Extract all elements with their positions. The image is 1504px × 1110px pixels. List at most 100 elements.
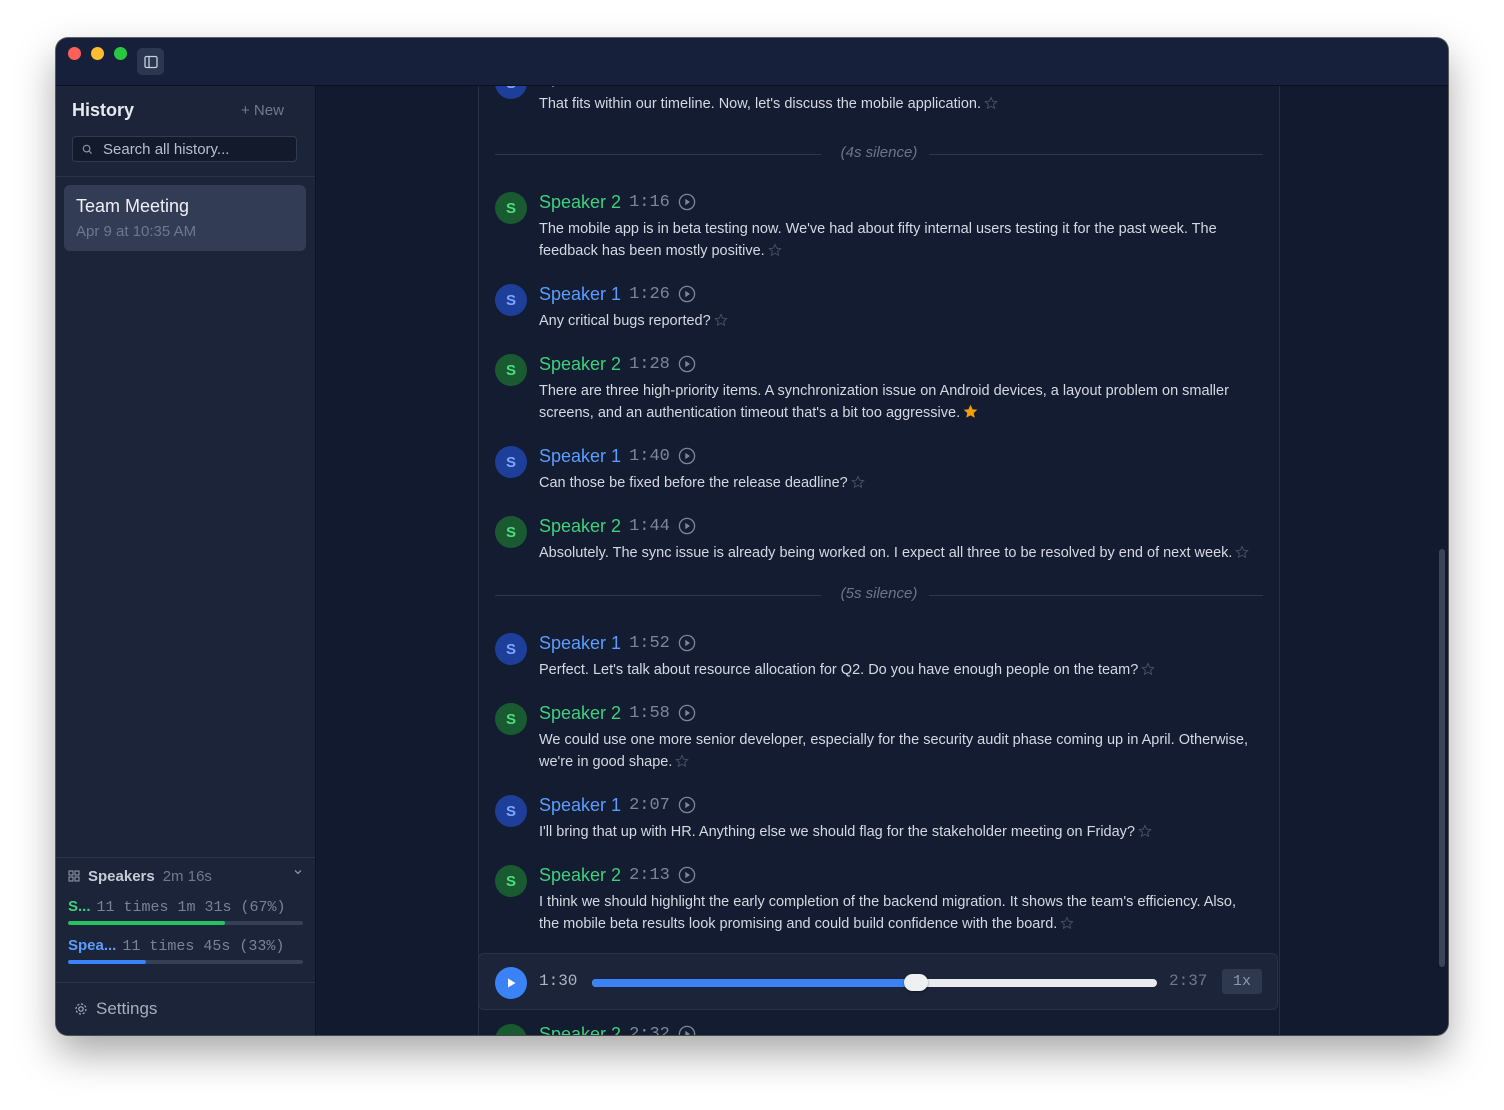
play-segment-icon[interactable]	[678, 447, 696, 465]
play-segment-icon[interactable]	[678, 866, 696, 884]
play-segment-icon[interactable]	[678, 704, 696, 722]
audio-player: 1:30 2:37 1x	[478, 953, 1278, 1010]
speaker-name[interactable]: Speaker 1	[539, 284, 621, 305]
play-icon	[508, 978, 516, 988]
speaker-avatar: S	[495, 516, 527, 548]
total-time: 2:37	[1169, 972, 1208, 990]
minimize-window-button[interactable]	[91, 47, 104, 60]
entry-text-content: I'll bring that up with HR. Anything els…	[539, 824, 1135, 840]
session-item-team-meeting[interactable]: Team Meeting Apr 9 at 10:35 AM	[64, 185, 306, 251]
entry-header: Speaker 1 1:10	[539, 86, 696, 89]
entry-text: Absolutely. The sync issue is already be…	[539, 542, 1259, 566]
seek-handle[interactable]	[903, 974, 928, 991]
speaker-name[interactable]: Speaker 1	[539, 633, 621, 654]
speaker-name[interactable]: Speaker 2	[539, 354, 621, 375]
play-segment-icon[interactable]	[678, 355, 696, 373]
play-segment-icon[interactable]	[678, 517, 696, 535]
entry-text: I'll bring that up with HR. Anything els…	[539, 821, 1259, 845]
entry-header: Speaker 1 2:07	[539, 793, 696, 817]
speaker-stat-name: S...	[68, 898, 91, 915]
entry-timestamp[interactable]: 1:26	[629, 285, 670, 304]
star-filled-icon[interactable]	[963, 404, 978, 426]
entry-header: Speaker 2 1:44	[539, 514, 696, 538]
star-icon[interactable]	[713, 312, 728, 334]
speaker-avatar: S	[495, 633, 527, 665]
entry-timestamp[interactable]: 2:32	[629, 1025, 670, 1036]
sidebar-toggle-button[interactable]	[137, 48, 164, 75]
entry-timestamp[interactable]: 1:44	[629, 517, 670, 536]
entry-header: Speaker 1 1:26	[539, 282, 696, 306]
search-input[interactable]	[101, 139, 295, 159]
entry-text-content: We could use one more senior developer, …	[539, 732, 1248, 770]
title-bar	[56, 38, 1448, 86]
speaker-share-fill	[68, 921, 226, 925]
entry-text-content: I think we should highlight the early co…	[539, 894, 1236, 932]
star-icon[interactable]	[850, 474, 865, 496]
speaker-name[interactable]: Speaker 2	[539, 1024, 621, 1036]
transcript: S Speaker 1 1:10 That fits within our timel…	[478, 86, 1280, 1035]
speaker-share-fill	[68, 960, 146, 964]
star-icon[interactable]	[984, 95, 998, 117]
zoom-window-button[interactable]	[114, 47, 127, 60]
play-segment-icon[interactable]	[678, 193, 696, 211]
star-icon[interactable]	[1138, 823, 1152, 845]
session-title: Team Meeting	[76, 196, 190, 216]
settings-button[interactable]: Settings	[74, 999, 157, 1019]
entry-timestamp[interactable]: 2:07	[629, 796, 670, 815]
entry-text-content: Absolutely. The sync issue is already be…	[539, 545, 1233, 561]
history-title: History	[72, 100, 135, 120]
silence-divider: (4s silence)	[495, 144, 1263, 164]
new-session-button[interactable]: + New	[241, 102, 284, 119]
play-button[interactable]	[495, 967, 527, 999]
silence-label: (4s silence)	[840, 144, 918, 161]
entry-timestamp[interactable]: 1:28	[629, 355, 670, 374]
entry-timestamp[interactable]: 1:10	[629, 86, 670, 87]
star-icon[interactable]	[767, 242, 782, 264]
entry-header: Speaker 2 1:16	[539, 190, 696, 214]
entry-header: Speaker 2 1:58	[539, 701, 696, 725]
silence-divider: (5s silence)	[495, 585, 1263, 605]
speaker-name[interactable]: Speaker 2	[539, 516, 621, 537]
entry-timestamp[interactable]: 2:13	[629, 866, 670, 885]
play-segment-icon[interactable]	[678, 285, 696, 303]
speaker-stat-text: 11 times 1m 31s (67%)	[96, 899, 286, 916]
seek-slider[interactable]	[592, 974, 1157, 991]
speaker-name[interactable]: Speaker 2	[539, 703, 621, 724]
gear-icon	[75, 1003, 87, 1015]
speaker-name[interactable]: Speaker 1	[539, 446, 621, 467]
star-icon[interactable]	[1141, 661, 1156, 683]
entry-header: Speaker 2 2:13	[539, 863, 696, 887]
divider	[56, 176, 315, 177]
scrollbar[interactable]	[1439, 549, 1445, 967]
play-segment-icon[interactable]	[678, 1025, 696, 1035]
entry-timestamp[interactable]: 1:40	[629, 447, 670, 466]
speaker-share-bar	[68, 960, 303, 964]
search-box	[72, 136, 297, 162]
speaker-name[interactable]: Speaker 1	[539, 86, 621, 88]
seek-progress	[592, 979, 916, 987]
entry-header: Speaker 2 2:32	[539, 1022, 696, 1035]
entry-text: Any critical bugs reported?	[539, 310, 1259, 334]
close-window-button[interactable]	[68, 47, 81, 60]
play-segment-icon[interactable]	[678, 634, 696, 652]
speaker-name[interactable]: Speaker 2	[539, 865, 621, 886]
speaker-name[interactable]: Speaker 1	[539, 795, 621, 816]
entry-timestamp[interactable]: 1:52	[629, 634, 670, 653]
star-icon[interactable]	[1060, 915, 1075, 937]
star-icon[interactable]	[675, 753, 690, 775]
speakers-header[interactable]: Speakers 2m 16s	[68, 866, 303, 886]
entry-text: Perfect. Let's talk about resource alloc…	[539, 659, 1259, 683]
entry-text: The mobile app is in beta testing now. W…	[539, 218, 1259, 264]
star-icon[interactable]	[1235, 544, 1250, 566]
divider	[56, 857, 315, 858]
entry-timestamp[interactable]: 1:58	[629, 704, 670, 723]
speaker-stat-row: Spea... 11 times 45s (33%)	[68, 937, 303, 955]
speaker-share-bar	[68, 921, 303, 925]
speaker-name[interactable]: Speaker 2	[539, 192, 621, 213]
entry-header: Speaker 1 1:52	[539, 631, 696, 655]
playback-speed-button[interactable]: 1x	[1222, 969, 1262, 994]
entry-timestamp[interactable]: 1:16	[629, 193, 670, 212]
entry-text-content: That fits within our timeline. Now, let'…	[539, 96, 981, 112]
speaker-avatar: S	[495, 1024, 527, 1035]
play-segment-icon[interactable]	[678, 796, 696, 814]
